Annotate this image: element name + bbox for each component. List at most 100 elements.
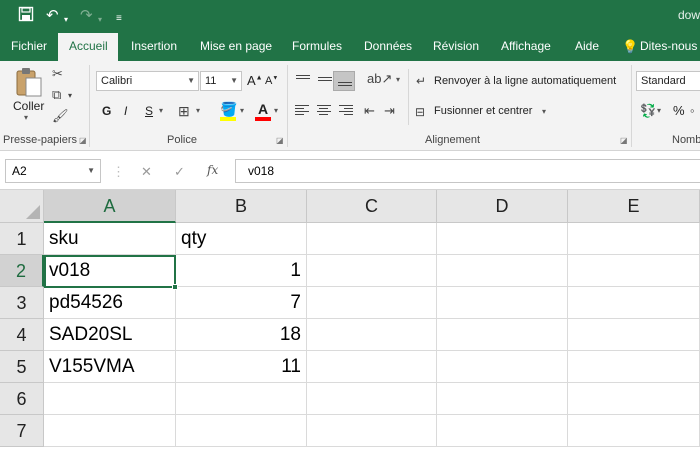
tab-fichier[interactable]: Fichier bbox=[11, 32, 47, 61]
tab-affichage[interactable]: Affichage bbox=[501, 32, 551, 61]
cell-a7[interactable] bbox=[44, 415, 176, 447]
cell-d4[interactable] bbox=[437, 319, 568, 351]
tab-mise-en-page[interactable]: Mise en page bbox=[200, 32, 272, 61]
cell-c7[interactable] bbox=[307, 415, 437, 447]
tab-revision[interactable]: Révision bbox=[433, 32, 479, 61]
column-header-c[interactable]: C bbox=[307, 190, 437, 223]
align-top-button[interactable] bbox=[291, 69, 313, 89]
cell-b3[interactable]: 7 bbox=[176, 287, 307, 319]
underline-dropdown-icon[interactable]: ▾ bbox=[159, 106, 163, 115]
fill-dropdown-icon[interactable]: ▾ bbox=[240, 106, 244, 115]
percent-button[interactable]: % bbox=[673, 103, 685, 118]
redo-icon[interactable]: ↷ bbox=[80, 6, 93, 26]
tab-formules[interactable]: Formules bbox=[292, 32, 342, 61]
align-middle-button[interactable] bbox=[313, 69, 335, 89]
cell-a6[interactable] bbox=[44, 383, 176, 415]
cell-e4[interactable] bbox=[568, 319, 700, 351]
cell-b7[interactable] bbox=[176, 415, 307, 447]
formula-input[interactable]: v018 bbox=[235, 159, 700, 183]
cell-a1[interactable]: sku bbox=[44, 223, 176, 255]
tab-aide[interactable]: Aide bbox=[575, 32, 599, 61]
orientation-icon[interactable]: ab↗ bbox=[367, 71, 392, 87]
row-header-7[interactable]: 7 bbox=[0, 415, 44, 447]
copy-dropdown-icon[interactable]: ▾ bbox=[68, 88, 72, 104]
insert-function-button[interactable]: fx bbox=[207, 163, 218, 177]
alignment-launcher-icon[interactable]: ◪ bbox=[620, 136, 628, 145]
copy-icon[interactable]: ⧉ bbox=[52, 87, 61, 103]
row-header-2[interactable]: 2 bbox=[0, 255, 44, 287]
cut-icon[interactable]: ✂ bbox=[52, 66, 63, 82]
tell-me-box[interactable]: Dites-nous c bbox=[640, 32, 700, 61]
column-header-a[interactable]: A bbox=[44, 190, 176, 223]
select-all-button[interactable] bbox=[0, 190, 44, 223]
tab-insertion[interactable]: Insertion bbox=[131, 32, 177, 61]
paste-button[interactable]: Coller ▾ bbox=[10, 65, 48, 122]
worksheet-grid[interactable]: ABCDE 1 sku qty 2 v018 1 3 pd54526 7 4 SAD20SL 18 5 V… bbox=[0, 190, 700, 453]
font-size-box[interactable]: 11 ▼ bbox=[200, 71, 242, 91]
customize-quick-access-icon[interactable]: ≡ bbox=[116, 9, 122, 29]
undo-icon[interactable]: ↶ bbox=[46, 6, 59, 26]
cell-d7[interactable] bbox=[437, 415, 568, 447]
cell-c4[interactable] bbox=[307, 319, 437, 351]
cell-d3[interactable] bbox=[437, 287, 568, 319]
align-center-button[interactable] bbox=[313, 100, 335, 120]
row-header-1[interactable]: 1 bbox=[0, 223, 44, 255]
cell-e5[interactable] bbox=[568, 351, 700, 383]
save-icon[interactable] bbox=[18, 6, 34, 28]
italic-button[interactable]: I bbox=[124, 104, 127, 118]
align-bottom-button[interactable] bbox=[333, 71, 355, 91]
cell-c1[interactable] bbox=[307, 223, 437, 255]
cell-a2[interactable]: v018 bbox=[44, 255, 176, 287]
merge-center-button[interactable]: Fusionner et centrer bbox=[434, 105, 532, 117]
cell-a3[interactable]: pd54526 bbox=[44, 287, 176, 319]
increase-indent-icon[interactable]: ⇥ bbox=[384, 103, 395, 119]
borders-dropdown-icon[interactable]: ▾ bbox=[196, 106, 200, 115]
decrease-indent-icon[interactable]: ⇤ bbox=[364, 103, 375, 119]
shrink-font-button[interactable]: A▼ bbox=[265, 75, 278, 87]
cell-b4[interactable]: 18 bbox=[176, 319, 307, 351]
cell-b5[interactable]: 11 bbox=[176, 351, 307, 383]
format-painter-icon[interactable]: 🖌 bbox=[52, 108, 69, 124]
cell-d2[interactable] bbox=[437, 255, 568, 287]
row-header-5[interactable]: 5 bbox=[0, 351, 44, 383]
orientation-dropdown-icon[interactable]: ▾ bbox=[396, 75, 400, 84]
underline-button[interactable]: S bbox=[145, 104, 153, 118]
font-color-dropdown-icon[interactable]: ▾ bbox=[274, 106, 278, 115]
cell-d5[interactable] bbox=[437, 351, 568, 383]
undo-dropdown-icon[interactable]: ▾ bbox=[64, 10, 68, 30]
cell-b1[interactable]: qty bbox=[176, 223, 307, 255]
comma-style-icon[interactable]: ◦ bbox=[690, 103, 695, 119]
cell-a4[interactable]: SAD20SL bbox=[44, 319, 176, 351]
cell-e2[interactable] bbox=[568, 255, 700, 287]
borders-icon[interactable]: ⊞ bbox=[178, 103, 190, 119]
grow-font-button[interactable]: A▲ bbox=[247, 73, 263, 88]
bold-button[interactable]: G bbox=[102, 104, 111, 118]
column-header-b[interactable]: B bbox=[176, 190, 307, 223]
accounting-format-icon[interactable]: 💱 bbox=[640, 103, 656, 119]
font-launcher-icon[interactable]: ◪ bbox=[276, 136, 284, 145]
cell-e6[interactable] bbox=[568, 383, 700, 415]
cell-e1[interactable] bbox=[568, 223, 700, 255]
row-header-4[interactable]: 4 bbox=[0, 319, 44, 351]
enter-icon[interactable]: ✓ bbox=[174, 164, 185, 180]
column-header-d[interactable]: D bbox=[437, 190, 568, 223]
column-header-e[interactable]: E bbox=[568, 190, 700, 223]
merge-dropdown-icon[interactable]: ▾ bbox=[542, 107, 546, 116]
font-name-box[interactable]: Calibri ▼ bbox=[96, 71, 199, 91]
tab-accueil[interactable]: Accueil bbox=[58, 33, 118, 61]
wrap-text-button[interactable]: Renvoyer à la ligne automatiquement bbox=[434, 75, 616, 87]
font-color-button[interactable]: A bbox=[258, 101, 268, 117]
align-left-button[interactable] bbox=[291, 100, 313, 120]
cell-d6[interactable] bbox=[437, 383, 568, 415]
cell-e7[interactable] bbox=[568, 415, 700, 447]
cell-e3[interactable] bbox=[568, 287, 700, 319]
cell-d1[interactable] bbox=[437, 223, 568, 255]
number-format-box[interactable]: Standard bbox=[636, 71, 700, 91]
cell-a5[interactable]: V155VMA bbox=[44, 351, 176, 383]
cell-c2[interactable] bbox=[307, 255, 437, 287]
cell-c5[interactable] bbox=[307, 351, 437, 383]
cell-c6[interactable] bbox=[307, 383, 437, 415]
cell-c3[interactable] bbox=[307, 287, 437, 319]
cell-b6[interactable] bbox=[176, 383, 307, 415]
name-box[interactable]: A2 ▼ bbox=[5, 159, 101, 183]
